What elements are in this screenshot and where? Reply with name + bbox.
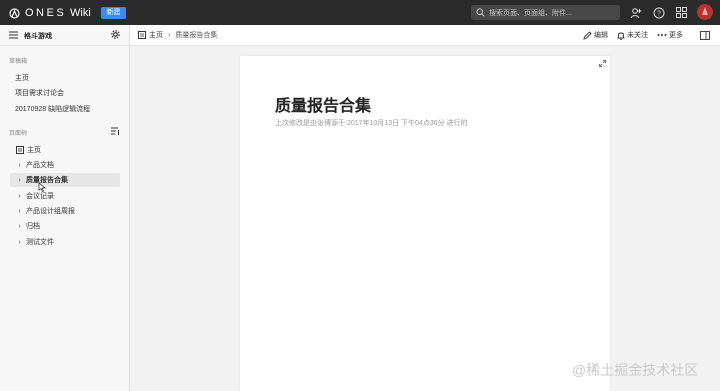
page-canvas: 质量报告合集 上次修改是由张博源于 2017年10月13日 下午04点36分 进…	[240, 56, 610, 391]
space-title: 格斗游戏	[24, 33, 52, 40]
chevron-right-icon[interactable]: ›	[15, 193, 24, 200]
tree-item-label: 归档	[26, 223, 40, 230]
draft-item[interactable]: 项目需求讨论会	[15, 88, 64, 98]
more-label: 更多	[669, 32, 683, 39]
tree-item-label: 质量报告合集	[26, 177, 68, 184]
edit-button[interactable]: 编辑	[583, 30, 608, 40]
pencil-icon	[583, 30, 592, 40]
apps-grid-icon[interactable]	[675, 6, 688, 19]
tree-item-label: 产品设计组周报	[26, 208, 75, 215]
page-last-modified: 上次修改是由张博源于 2017年10月13日 下午04点36分 进行的	[275, 120, 468, 127]
chevron-right-icon[interactable]: ›	[15, 162, 24, 169]
avatar[interactable]	[697, 4, 713, 20]
ones-logo[interactable]: ONES	[9, 7, 66, 19]
page-title: 质量报告合集	[275, 98, 372, 115]
brand-name: ONES	[25, 7, 67, 19]
edit-label: 编辑	[594, 32, 608, 39]
breadcrumb-home[interactable]: 主页	[149, 30, 163, 40]
expand-icon[interactable]	[599, 60, 606, 69]
tree-home-item[interactable]: 主页	[10, 143, 120, 157]
chevron-right-icon[interactable]: ›	[15, 208, 24, 215]
sidebar-header: 格斗游戏	[0, 25, 129, 46]
toggle-panel-button[interactable]	[700, 30, 712, 40]
home-page-icon	[16, 146, 24, 154]
chevron-right-icon[interactable]: ›	[15, 223, 24, 230]
gear-icon[interactable]	[111, 30, 120, 39]
tree-item[interactable]: › 产品设计组周报	[10, 204, 120, 218]
svg-text:?: ?	[657, 10, 661, 17]
sort-list-icon[interactable]	[111, 127, 120, 135]
tree-item[interactable]: › 测试文件	[10, 235, 120, 249]
page-tree-section-label: 页面树	[9, 131, 28, 137]
chevron-right-icon[interactable]: ›	[15, 177, 24, 184]
more-dots-icon	[657, 34, 667, 36]
tree-item-label: 会议记录	[26, 193, 54, 200]
follow-label: 未关注	[627, 32, 648, 39]
product-name[interactable]: Wiki	[70, 7, 91, 19]
tree-item-selected[interactable]: › 质量报告合集	[10, 173, 120, 187]
breadcrumb: 主页 › 质量报告合集	[138, 30, 217, 40]
tree-item[interactable]: › 归档	[10, 219, 120, 233]
tree-item[interactable]: › 会议记录	[10, 189, 120, 203]
breadcrumb-current: 质量报告合集	[175, 32, 218, 39]
top-bar: ONES Wiki 新建 搜索页面、页面组、附件... ?	[0, 0, 720, 25]
ones-logo-icon	[9, 7, 20, 19]
tree-home-label: 主页	[27, 147, 41, 154]
tree-item-label: 测试文件	[26, 239, 54, 246]
chevron-right-icon: ›	[168, 31, 171, 39]
search-icon	[476, 8, 485, 17]
sidebar: 格斗游戏 草稿箱 主页 项目需求讨论会 20170928 缺陷逻辑流程 页面树 …	[0, 25, 130, 391]
search-placeholder: 搜索页面、页面组、附件...	[489, 9, 572, 17]
menu-icon[interactable]	[9, 31, 18, 39]
chevron-right-icon[interactable]: ›	[15, 239, 24, 246]
content-header: 主页 › 质量报告合集 编辑 未关注 更多	[130, 25, 720, 46]
home-page-icon	[138, 31, 146, 39]
watermark: @稀土掘金技术社区	[572, 362, 699, 378]
new-button[interactable]: 新建	[101, 7, 126, 19]
page-actions: 编辑 未关注 更多	[574, 30, 720, 40]
search-input[interactable]: 搜索页面、页面组、附件...	[471, 5, 620, 20]
user-avatar-icon	[702, 7, 708, 15]
tree-item[interactable]: › 产品文档	[10, 158, 120, 172]
help-icon[interactable]: ?	[652, 6, 665, 19]
draft-item[interactable]: 主页	[15, 73, 29, 83]
follow-button[interactable]: 未关注	[617, 30, 648, 40]
bell-icon	[617, 32, 625, 40]
draft-item[interactable]: 20170928 缺陷逻辑流程	[15, 104, 90, 114]
more-button[interactable]: 更多	[657, 30, 683, 40]
add-member-icon[interactable]	[629, 6, 642, 19]
side-panel-icon	[700, 30, 710, 40]
drafts-section-label: 草稿箱	[9, 59, 28, 65]
tree-item-label: 产品文档	[26, 162, 54, 169]
